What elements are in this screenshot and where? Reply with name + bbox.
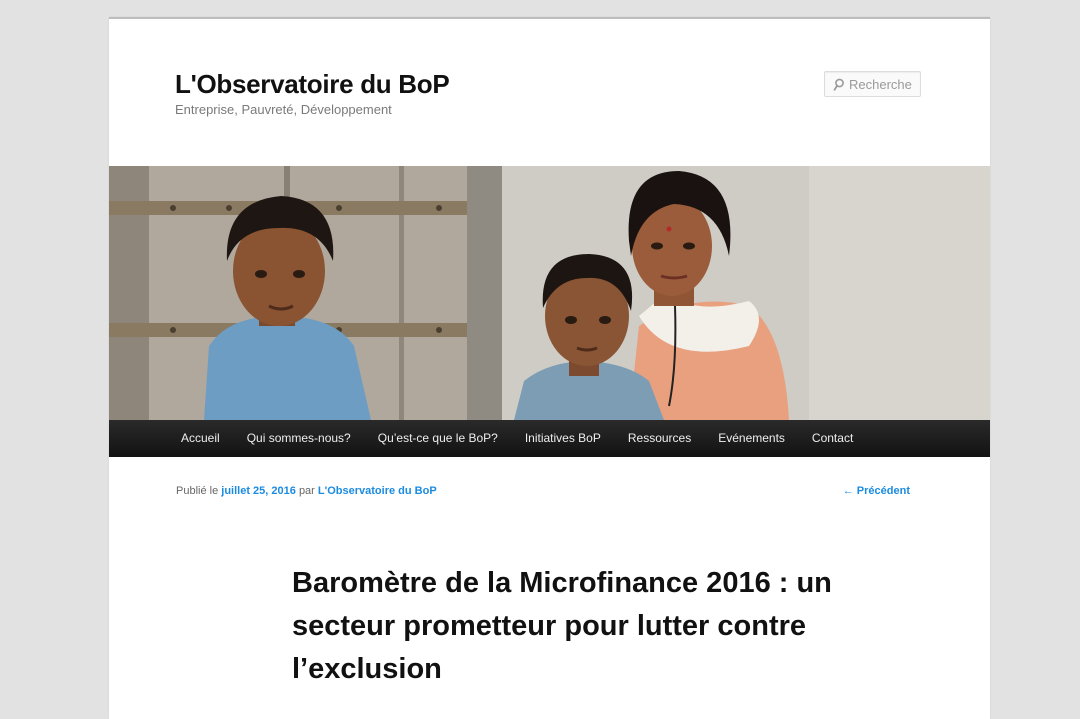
nav-item-quest-ce-que-le-bop[interactable]: Qu’est-ce que le BoP? [364, 420, 511, 457]
post-date-link[interactable]: juillet 25, 2016 [221, 485, 296, 497]
nav-item-qui-sommes-nous[interactable]: Qui sommes-nous? [233, 420, 364, 457]
nav-item-ressources[interactable]: Ressources [614, 420, 704, 457]
main-navigation: Accueil Qui sommes-nous? Qu’est-ce que l… [109, 420, 990, 457]
nav-item-accueil[interactable]: Accueil [167, 420, 233, 457]
post-title: Baromètre de la Microfinance 2016 : un s… [292, 567, 832, 685]
nav-item-evenements[interactable]: Evénements [704, 420, 798, 457]
nav-item-contact[interactable]: Contact [798, 420, 866, 457]
published-prefix: Publié le [176, 485, 219, 497]
entry-meta: Publié le juillet 25, 2016 par L'Observa… [176, 485, 437, 497]
search-input[interactable] [849, 75, 919, 93]
author-prefix: par [298, 485, 315, 497]
search-icon [833, 78, 844, 91]
header-image[interactable] [109, 166, 990, 420]
page-container: L'Observatoire du BoP Entreprise, Pauvre… [109, 17, 990, 719]
post-author-link[interactable]: L'Observatoire du BoP [318, 485, 437, 497]
site-description: Entreprise, Pauvreté, Développement [175, 102, 392, 117]
search-form [824, 71, 921, 97]
previous-post-link[interactable]: ← Précédent [843, 485, 910, 497]
header-photo [109, 166, 990, 420]
site-title-link[interactable]: L'Observatoire du BoP [175, 69, 450, 99]
nav-item-initiatives-bop[interactable]: Initiatives BoP [511, 420, 614, 457]
site-title: L'Observatoire du BoP [175, 69, 450, 100]
